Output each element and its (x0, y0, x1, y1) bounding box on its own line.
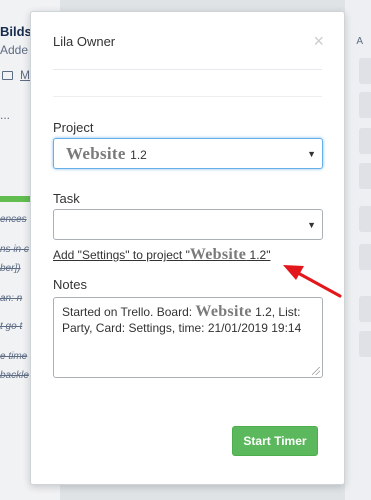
checklist-item[interactable]: an: n (0, 293, 22, 304)
checklist-item[interactable]: backle (0, 370, 29, 381)
sidebar-button[interactable] (359, 92, 371, 118)
notes-project-name: Website (195, 303, 252, 320)
resize-handle[interactable] (312, 367, 320, 375)
divider (53, 96, 322, 97)
task-select[interactable]: ▼ (53, 209, 323, 240)
start-timer-button[interactable]: Start Timer (232, 426, 318, 456)
sidebar-button[interactable] (359, 163, 371, 189)
checklist-item[interactable]: ns in c (0, 244, 29, 255)
background-sidebar: A (345, 0, 371, 500)
card-row-link[interactable]: M (20, 68, 30, 82)
sidebar-button[interactable] (359, 206, 371, 232)
checklist-item[interactable]: ences (0, 214, 27, 225)
project-name: Website (66, 144, 126, 163)
add-task-to-project-link[interactable]: Add "Settings" to project "Website 1.2" (53, 246, 270, 264)
suggestion-project-name: Website (189, 246, 247, 263)
suggestion-prefix: Add "Settings" to project " (53, 248, 190, 262)
modal-header: Lila Owner × (31, 12, 344, 70)
suggestion-suffix: 1.2" (246, 248, 271, 262)
monitor-icon (2, 71, 13, 80)
notes-text-start: Started on Trello. Board: (62, 305, 196, 319)
project-select[interactable]: Website 1.2 ▼ (53, 138, 323, 169)
sidebar-button[interactable] (359, 128, 371, 154)
sidebar-button[interactable] (359, 244, 371, 270)
chevron-down-icon: ▼ (307, 220, 316, 230)
notes-textarea[interactable]: Started on Trello. Board: Website 1.2, L… (53, 297, 323, 378)
divider (53, 69, 322, 70)
start-timer-modal: Lila Owner × Project Website 1.2 ▼ Task … (30, 11, 345, 485)
chevron-down-icon: ▼ (307, 149, 316, 159)
sidebar-label: A (356, 36, 363, 47)
checklist-item[interactable]: ber]) (0, 263, 21, 274)
card-added-text: Adde (0, 43, 29, 57)
project-version: 1.2 (130, 148, 147, 162)
sidebar-button[interactable] (359, 296, 371, 322)
notes-label: Notes (53, 277, 87, 292)
close-icon[interactable]: × (313, 32, 324, 50)
checklist-item[interactable]: t go t (0, 321, 22, 332)
card-more-link[interactable]: ... (0, 108, 10, 122)
checklist-item[interactable]: e time (0, 351, 27, 362)
sidebar-button[interactable] (359, 58, 371, 84)
user-name: Lila Owner (53, 34, 116, 49)
task-label: Task (53, 191, 80, 206)
project-select-value: Website 1.2 (66, 144, 147, 164)
card-title: Bilds (0, 24, 32, 39)
project-label: Project (53, 120, 94, 135)
sidebar-button[interactable] (359, 331, 371, 357)
